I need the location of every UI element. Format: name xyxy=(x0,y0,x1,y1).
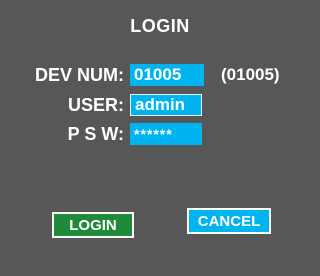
user-row: USER: admin xyxy=(0,94,320,116)
dev-num-hint: (01005) xyxy=(221,65,280,84)
password-row: P S W: ****** xyxy=(0,123,320,145)
dialog-title: LOGIN xyxy=(130,16,190,36)
cancel-button[interactable]: CANCEL xyxy=(187,208,271,234)
dev-num-row: DEV NUM: 01005 (01005) xyxy=(0,64,320,86)
user-label: USER: xyxy=(67,95,124,115)
user-field[interactable]: admin xyxy=(130,94,202,116)
password-field[interactable]: ****** xyxy=(130,123,202,145)
login-button[interactable]: LOGIN xyxy=(52,212,134,238)
dev-num-field[interactable]: 01005 xyxy=(130,64,204,86)
password-label: P S W: xyxy=(67,124,124,144)
login-dialog: LOGIN DEV NUM: 01005 (01005) USER: admin… xyxy=(0,0,320,276)
dev-num-label: DEV NUM: xyxy=(35,65,124,85)
